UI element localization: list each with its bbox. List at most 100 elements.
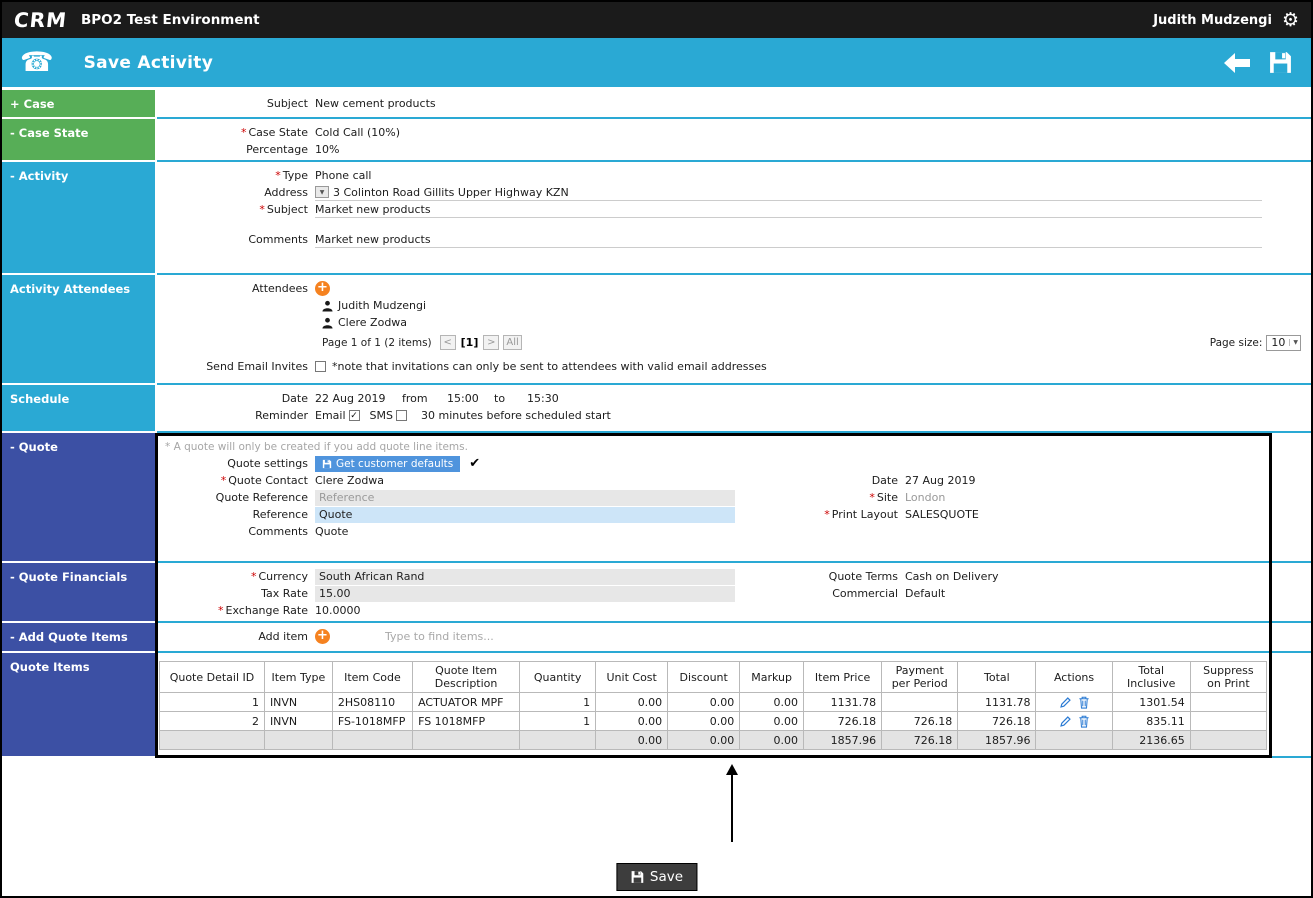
save-icon[interactable]	[1268, 50, 1293, 75]
quote-date-value: 27 Aug 2019	[905, 474, 975, 487]
save-button[interactable]: Save	[616, 863, 697, 891]
sidebar-item-activity[interactable]: - Activity	[2, 162, 157, 275]
add-item-label: Add item	[157, 630, 315, 643]
commercial-label: Commercial	[745, 587, 905, 600]
cell-item-type: INVN	[264, 712, 332, 731]
sidebar-item-case-state[interactable]: - Case State	[2, 119, 157, 162]
commercial-value: Default	[905, 587, 945, 600]
user-icon	[322, 317, 333, 329]
sidebar-item-activity-attendees[interactable]: Activity Attendees	[2, 275, 157, 385]
site-value: London	[905, 491, 945, 504]
required-marker: *	[869, 491, 875, 504]
pager-prev-button[interactable]: <	[440, 335, 456, 350]
email-checkbox[interactable]: ✓	[349, 410, 360, 421]
annotation-arrow	[724, 764, 740, 844]
cell-quantity: 1	[520, 693, 596, 712]
case-subject-label: Subject	[157, 97, 315, 110]
tax-rate-input: 15.00	[315, 586, 735, 602]
send-invites-checkbox[interactable]	[315, 361, 326, 372]
total-inclusive: 2136.65	[1112, 731, 1190, 750]
sidebar-item-quote-financials[interactable]: - Quote Financials	[2, 563, 157, 623]
exchange-rate-label: Exchange Rate	[226, 604, 308, 617]
cell-description: ACTUATOR MPF	[413, 693, 520, 712]
exchange-rate-value[interactable]: 10.0000	[315, 604, 361, 617]
sidebar-item-quote-items[interactable]: Quote Items	[2, 653, 157, 758]
quote-note: * A quote will only be created if you ad…	[157, 438, 1311, 455]
attendees-label: Attendees	[157, 282, 315, 295]
quote-comments-value[interactable]: Quote	[315, 525, 348, 538]
delete-icon[interactable]	[1078, 715, 1090, 728]
print-layout-label: Print Layout	[832, 508, 898, 521]
pager-all-button[interactable]: All	[503, 335, 521, 350]
required-marker: *	[275, 169, 281, 182]
date-value[interactable]: 22 Aug 2019	[315, 392, 402, 405]
save-icon	[322, 459, 332, 469]
find-items-input[interactable]	[385, 630, 685, 643]
cell-payment-per-period: 726.18	[882, 712, 958, 731]
case-state-label: Case State	[248, 126, 308, 139]
quote-date-label: Date	[745, 474, 905, 487]
col-header: Actions	[1036, 662, 1112, 693]
case-subject-value: New cement products	[315, 97, 436, 110]
cell-suppress-on-print	[1190, 712, 1266, 731]
address-dropdown-icon[interactable]: ▼	[315, 186, 329, 198]
percentage-label: Percentage	[157, 143, 315, 156]
from-time-value[interactable]: 15:00	[447, 392, 494, 405]
cell-item-price: 1131.78	[803, 693, 881, 712]
total-discount: 0.00	[668, 731, 740, 750]
sidebar-item-add-quote-items[interactable]: - Add Quote Items	[2, 623, 157, 653]
add-quote-items-section: Add item +	[157, 623, 1311, 653]
gear-icon[interactable]: ⚙	[1282, 11, 1299, 30]
sidebar-item-schedule[interactable]: Schedule	[2, 385, 157, 433]
edit-icon[interactable]	[1059, 715, 1072, 728]
activity-comments-value[interactable]: Market new products	[315, 233, 431, 246]
delete-icon[interactable]	[1078, 696, 1090, 709]
cell-markup: 0.00	[740, 712, 804, 731]
cell-unit-cost: 0.00	[596, 693, 668, 712]
cell-markup: 0.00	[740, 693, 804, 712]
cell-actions	[1036, 693, 1112, 712]
invites-note: *note that invitations can only be sent …	[332, 360, 767, 373]
page: CRM BPO2 Test Environment Judith Mudzeng…	[0, 0, 1313, 898]
col-header: Quantity	[520, 662, 596, 693]
attendee-name: Clere Zodwa	[338, 316, 407, 329]
col-header: Suppress on Print	[1190, 662, 1266, 693]
cell-item-code: FS-1018MFP	[332, 712, 412, 731]
quote-comments-label: Comments	[157, 525, 315, 538]
add-item-icon[interactable]: +	[315, 629, 330, 644]
edit-icon[interactable]	[1059, 696, 1072, 709]
sms-checkbox[interactable]	[396, 410, 407, 421]
activity-subject-value[interactable]: Market new products	[315, 203, 431, 216]
reference-label: Reference	[157, 508, 315, 521]
reference-input[interactable]: Quote	[315, 507, 735, 523]
page-size-select[interactable]: 10 ▼	[1266, 335, 1301, 351]
quote-annotated-block: - Quote * A quote will only be created i…	[2, 433, 1311, 758]
cell-total: 1131.78	[958, 693, 1036, 712]
pager-next-button[interactable]: >	[483, 335, 499, 350]
back-icon[interactable]	[1222, 52, 1252, 74]
sidebar-item-quote[interactable]: - Quote	[2, 433, 157, 563]
attendee-name: Judith Mudzengi	[338, 299, 426, 312]
quote-reference-field-label: Quote Reference	[157, 491, 315, 504]
case-state-value: Cold Call (10%)	[315, 126, 400, 139]
get-customer-defaults-button[interactable]: Get customer defaults	[315, 456, 460, 472]
sidebar-item-case[interactable]: + Case	[2, 90, 157, 119]
to-time-value[interactable]: 15:30	[527, 392, 559, 405]
total-total: 1857.96	[958, 731, 1036, 750]
quote-terms-label: Quote Terms	[745, 570, 905, 583]
phone-icon: ☎	[20, 49, 54, 76]
quote-settings-label: Quote settings	[157, 457, 315, 470]
quote-financials-section: *Currency South African Rand Quote Terms…	[157, 563, 1311, 623]
cell-total-inclusive: 835.11	[1112, 712, 1190, 731]
page-header: ☎ Save Activity	[2, 38, 1311, 87]
col-header: Item Code	[332, 662, 412, 693]
site-label: Site	[877, 491, 898, 504]
add-attendee-icon[interactable]: +	[315, 281, 330, 296]
schedule-section: Date 22 Aug 2019 from 15:00 to 15:30 Rem…	[157, 385, 1311, 433]
address-value[interactable]: 3 Colinton Road Gillits Upper Highway KZ…	[333, 186, 569, 199]
total-item-price: 1857.96	[803, 731, 881, 750]
total-unit-cost: 0.00	[596, 731, 668, 750]
pager-text: Page 1 of 1 (2 items)	[322, 337, 432, 349]
form-sections: + Case Subject New cement products - Cas…	[2, 90, 1311, 758]
send-invites-label: Send Email Invites	[157, 360, 315, 373]
